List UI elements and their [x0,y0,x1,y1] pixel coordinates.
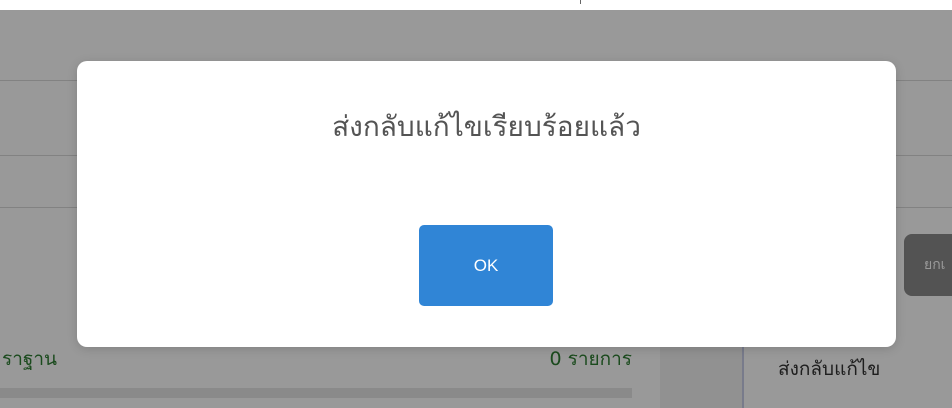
top-strip [0,0,952,10]
ok-button[interactable]: OK [419,225,553,306]
success-dialog: ส่งกลับแก้ไขเรียบร้อยแล้ว OK [77,61,896,347]
page: ยกเ ราฐาน 0 รายการ ส่งกลับแก้ไข ส่งกลับแ… [0,0,952,408]
top-divider-mark [580,0,587,4]
dialog-title: ส่งกลับแก้ไขเรียบร้อยแล้ว [332,110,641,143]
